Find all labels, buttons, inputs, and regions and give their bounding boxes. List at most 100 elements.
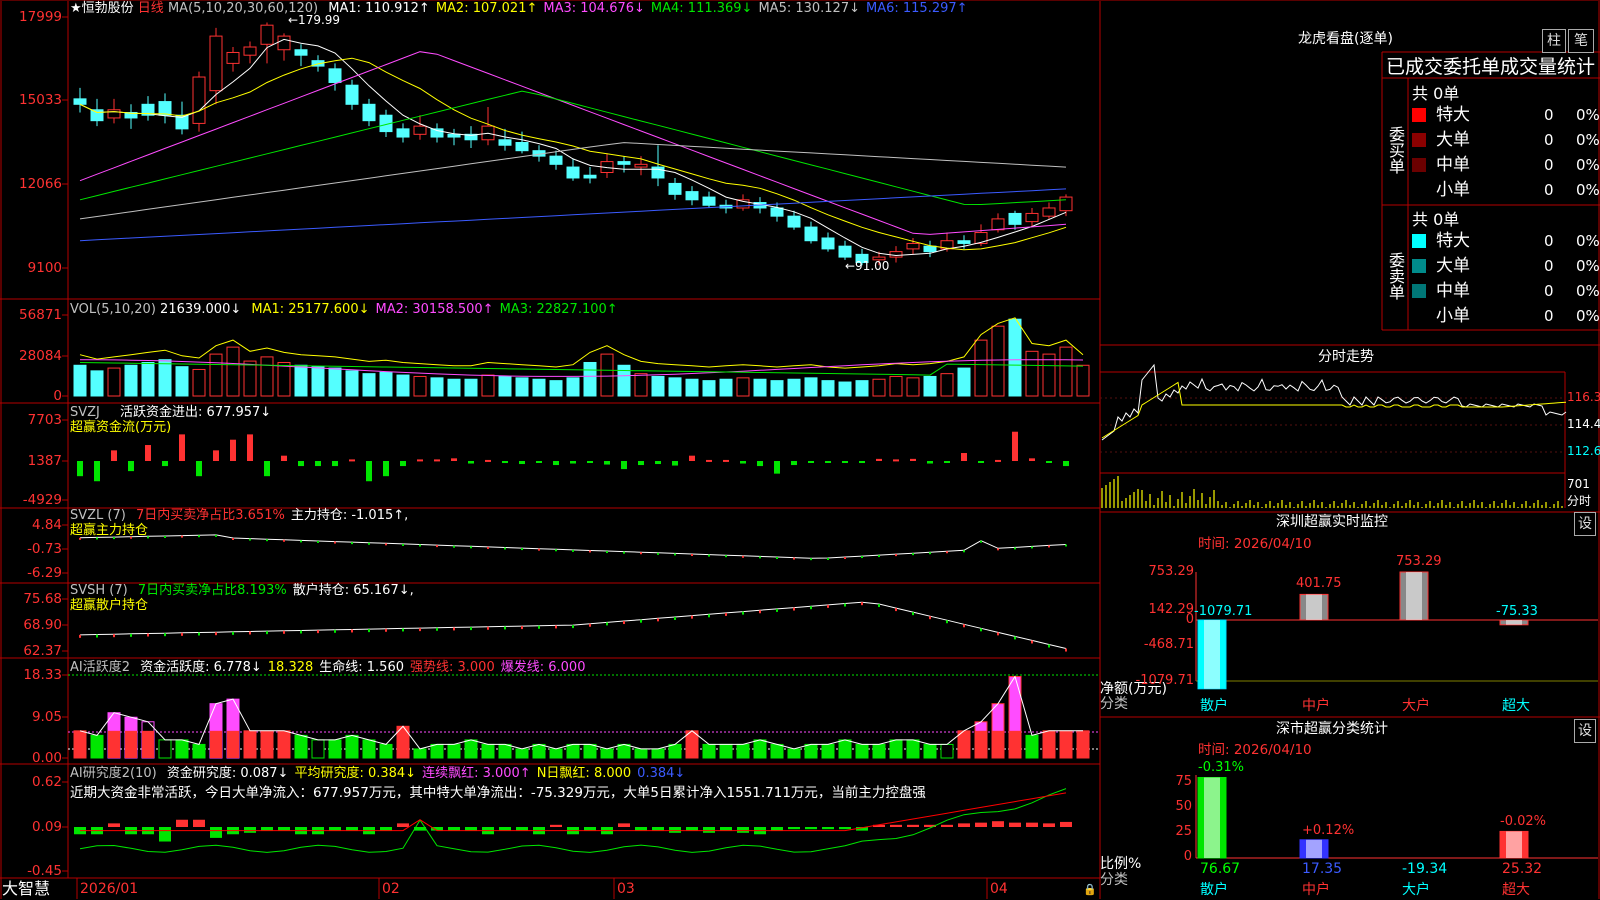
holding-dot (79, 537, 81, 540)
lhb-title: 龙虎看盘(逐单) (1298, 31, 1393, 47)
sz-bar-shine (1204, 620, 1220, 689)
research-bar (380, 827, 392, 831)
candle-body (1008, 212, 1022, 225)
retail-dot (317, 630, 319, 634)
volume-bar (889, 375, 903, 397)
sz-settings-button[interactable]: 设 (1574, 512, 1596, 536)
stock-name[interactable]: ★恒勃股份 (70, 1, 134, 16)
candle-body (957, 240, 971, 244)
volume-bar (328, 367, 342, 397)
order-percent: 0% (1576, 307, 1600, 325)
activity-bar (175, 739, 189, 759)
y-axis-label: 0 (53, 388, 62, 404)
research-bar (210, 827, 222, 838)
activity-bar (702, 743, 716, 759)
volume-bar (1008, 318, 1022, 397)
retail-dot (1048, 644, 1050, 648)
color-swatch (1412, 284, 1426, 298)
main-holding-line (79, 534, 1067, 559)
activity-bar (311, 739, 325, 759)
research-bar (686, 827, 698, 831)
retail-dot (640, 619, 642, 623)
fund-flow-bar (1046, 461, 1052, 463)
fund-flow-bar (1012, 431, 1018, 461)
volume-bar (872, 378, 886, 397)
order-count: 0 (1544, 282, 1554, 300)
activity-bar (379, 743, 393, 759)
sz-category: 散户 (1200, 698, 1228, 714)
fund-flow-bar (519, 461, 525, 465)
sz-category-label: 分类 (1100, 696, 1128, 712)
bar-view-button[interactable]: 柱 (1542, 29, 1566, 53)
lhb-subtitle: 已成交委托单成交量统计 (1386, 56, 1596, 78)
fund-flow-bar (247, 434, 253, 461)
research-bar (788, 827, 800, 830)
fund-flow-bar (502, 461, 508, 464)
fund-flow-bar (77, 461, 83, 477)
research-bar (329, 827, 341, 831)
candle-body (634, 163, 648, 168)
candle-body (685, 191, 699, 201)
research-bar (618, 823, 630, 827)
svzj-title: SVZJ (70, 405, 100, 420)
intraday-price-line (1101, 363, 1567, 441)
order-total: 共 0单 (1412, 84, 1460, 103)
retail-dot (470, 627, 472, 631)
retail-dot (912, 612, 914, 616)
sh-bar-change: +0.12% (1302, 822, 1355, 838)
research-bar (1026, 822, 1038, 827)
retail-dot (385, 628, 387, 632)
order-type-label: 大单 (1436, 130, 1470, 150)
activity-bar-base (227, 730, 239, 758)
holding-dot (691, 554, 693, 557)
fund-flow-bar (910, 458, 916, 461)
holding-dot (742, 555, 744, 558)
candle-body (549, 155, 563, 165)
candle-body (209, 35, 223, 92)
x-axis-label: 02 (382, 881, 400, 897)
indicator-value: 活跃资金进出: 677.957↓ (120, 405, 272, 420)
candle-body (787, 215, 801, 228)
stroke-view-button[interactable]: 笔 (1568, 29, 1594, 53)
retail-dot (929, 616, 931, 620)
retail-dot (283, 630, 285, 634)
holding-dot (1014, 547, 1016, 550)
lock-icon[interactable]: 🔒 (1083, 882, 1097, 897)
research-bar (193, 819, 205, 827)
indicator-value: 强势线: 3.000 (410, 660, 495, 675)
sh-y-label: 0 (1183, 849, 1192, 864)
activity-bar-base (992, 730, 1004, 758)
volume-bar (855, 380, 869, 397)
volume-bar (311, 366, 325, 397)
sz-bar-shine (1406, 572, 1422, 620)
research-bar (1009, 822, 1021, 827)
candle-body (906, 242, 920, 250)
svsh-title: SVSH (7) (70, 583, 128, 598)
holding-dot (929, 552, 931, 555)
volume-bar (736, 377, 750, 397)
retail-dot (623, 621, 625, 625)
stock-chart-canvas[interactable]: ←179.99←91.00 (0, 0, 1600, 900)
indicator-value: MA3: 22827.100↑ (499, 302, 618, 317)
retail-dot (1031, 640, 1033, 644)
candle-body (1042, 207, 1056, 217)
activity-bar (719, 743, 733, 759)
research-bar (261, 827, 273, 831)
research-bar (635, 827, 647, 831)
retail-dot (368, 629, 370, 633)
retail-dot (521, 626, 523, 630)
holding-dot (538, 548, 540, 551)
period-label[interactable]: 日线 (138, 1, 164, 16)
y-axis-label: 62.37 (23, 643, 62, 659)
retail-dot (436, 627, 438, 631)
sh-settings-button[interactable]: 设 (1574, 719, 1596, 743)
fund-flow-bar (553, 461, 559, 466)
research-bar (499, 827, 511, 831)
fund-flow-bar (349, 459, 355, 462)
candle-body (651, 166, 665, 179)
fund-flow-bar (128, 461, 134, 472)
activity-bar (413, 748, 427, 759)
order-percent: 0% (1576, 257, 1600, 275)
intraday-vol-label: 701 (1567, 477, 1590, 491)
retail-dot (606, 622, 608, 626)
